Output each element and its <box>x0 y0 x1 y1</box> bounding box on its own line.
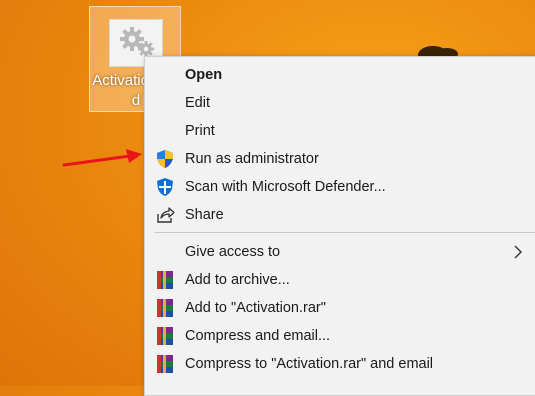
red-arrow-icon <box>62 149 142 167</box>
share-icon <box>157 207 175 223</box>
menu-item-label: Give access to <box>185 244 281 260</box>
menu-item-edit[interactable]: Edit <box>145 89 535 117</box>
menu-item-run-as-administrator[interactable]: Run as administrator <box>145 145 535 173</box>
winrar-icon <box>157 271 173 289</box>
menu-item-print[interactable]: Print <box>145 117 535 145</box>
menu-item-share[interactable]: Share <box>145 201 535 229</box>
winrar-icon <box>157 299 173 317</box>
chevron-right-icon <box>514 245 522 259</box>
menu-item-compress-and-email[interactable]: Compress and email... <box>145 322 535 350</box>
menu-item-label: Add to archive... <box>185 272 290 288</box>
menu-item-add-to-archive[interactable]: Add to archive... <box>145 266 535 294</box>
menu-item-label: Compress and email... <box>185 328 331 344</box>
winrar-icon <box>157 327 173 345</box>
menu-separator <box>155 232 535 233</box>
menu-item-open[interactable]: Open <box>145 61 535 89</box>
context-menu: Open Edit Print Run as administrator Sca… <box>144 56 535 396</box>
uac-shield-icon <box>157 150 173 168</box>
menu-item-add-to-activation-rar[interactable]: Add to "Activation.rar" <box>145 294 535 322</box>
menu-item-label: Run as administrator <box>185 151 319 167</box>
menu-item-label: Compress to "Activation.rar" and email <box>185 356 434 372</box>
defender-icon <box>157 178 173 196</box>
winrar-icon <box>157 355 173 373</box>
menu-item-label: Add to "Activation.rar" <box>185 300 326 316</box>
menu-item-label: Share <box>185 207 224 223</box>
gears-icon <box>120 27 154 57</box>
menu-item-scan-defender[interactable]: Scan with Microsoft Defender... <box>145 173 535 201</box>
menu-item-compress-to-rar-and-email[interactable]: Compress to "Activation.rar" and email <box>145 350 535 378</box>
menu-item-give-access-to[interactable]: Give access to <box>145 238 535 266</box>
menu-item-label: Print <box>185 123 215 139</box>
menu-item-label: Open <box>185 67 223 83</box>
menu-item-label: Scan with Microsoft Defender... <box>185 179 386 195</box>
menu-item-label: Edit <box>185 95 210 111</box>
